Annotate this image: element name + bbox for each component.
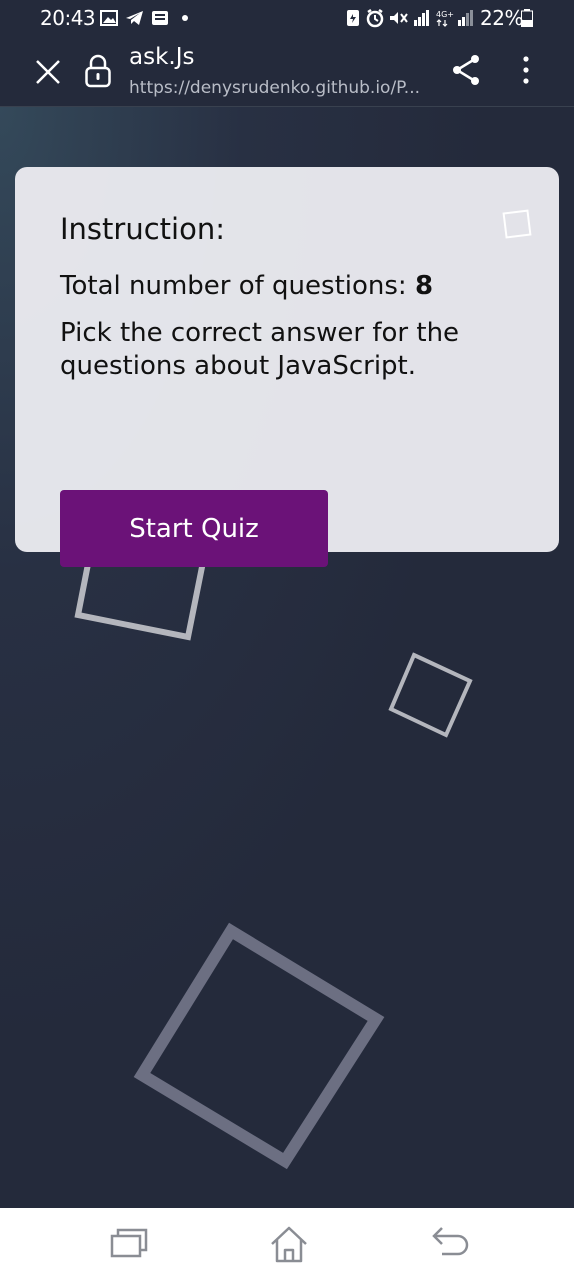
battery-percent: 22% bbox=[480, 6, 523, 30]
page-title: ask.Js bbox=[129, 44, 195, 70]
home-icon[interactable] bbox=[268, 1224, 310, 1264]
instruction-card: Instruction: Total number of questions: … bbox=[15, 167, 559, 567]
status-bar: 20:43 4G+ 22% bbox=[0, 0, 574, 36]
browser-toolbar: ask.Js https://denysrudenko.github.io/P.… bbox=[0, 36, 574, 107]
start-quiz-button[interactable]: Start Quiz bbox=[60, 490, 328, 567]
page-content: Instruction: Total number of questions: … bbox=[0, 107, 574, 1208]
message-icon bbox=[152, 11, 168, 25]
alarm-icon bbox=[366, 8, 384, 28]
signal-icon bbox=[414, 10, 429, 26]
navigation-bar bbox=[0, 1208, 574, 1280]
notification-icons bbox=[100, 10, 188, 26]
back-icon[interactable] bbox=[428, 1224, 470, 1260]
question-count-value: 8 bbox=[414, 271, 434, 301]
battery-saver-icon bbox=[347, 10, 359, 26]
instruction-heading: Instruction: bbox=[60, 212, 225, 246]
dot-icon bbox=[182, 15, 188, 21]
instruction-description: Pick the correct answer for the question… bbox=[60, 318, 460, 381]
floating-square-shape bbox=[133, 922, 385, 1170]
close-icon[interactable] bbox=[30, 54, 66, 90]
share-icon[interactable] bbox=[448, 52, 484, 88]
gallery-icon bbox=[100, 10, 118, 26]
status-time: 20:43 bbox=[40, 6, 96, 30]
page-url[interactable]: https://denysrudenko.github.io/P... bbox=[129, 78, 429, 98]
svg-text:4G+: 4G+ bbox=[436, 10, 454, 19]
recent-apps-icon[interactable] bbox=[108, 1224, 150, 1260]
question-count: Total number of questions: 8 bbox=[60, 271, 433, 301]
signal-icon bbox=[458, 10, 473, 26]
battery-icon bbox=[521, 9, 533, 27]
card-checkbox[interactable] bbox=[502, 209, 532, 239]
lock-icon bbox=[85, 54, 111, 88]
floating-square-shape bbox=[388, 652, 473, 738]
4g-icon: 4G+ bbox=[436, 10, 454, 27]
telegram-icon bbox=[126, 11, 143, 25]
system-icons: 4G+ bbox=[347, 8, 473, 28]
mute-icon bbox=[390, 12, 408, 24]
question-count-label: Total number of questions: bbox=[60, 271, 415, 301]
more-vertical-icon[interactable] bbox=[510, 52, 542, 88]
